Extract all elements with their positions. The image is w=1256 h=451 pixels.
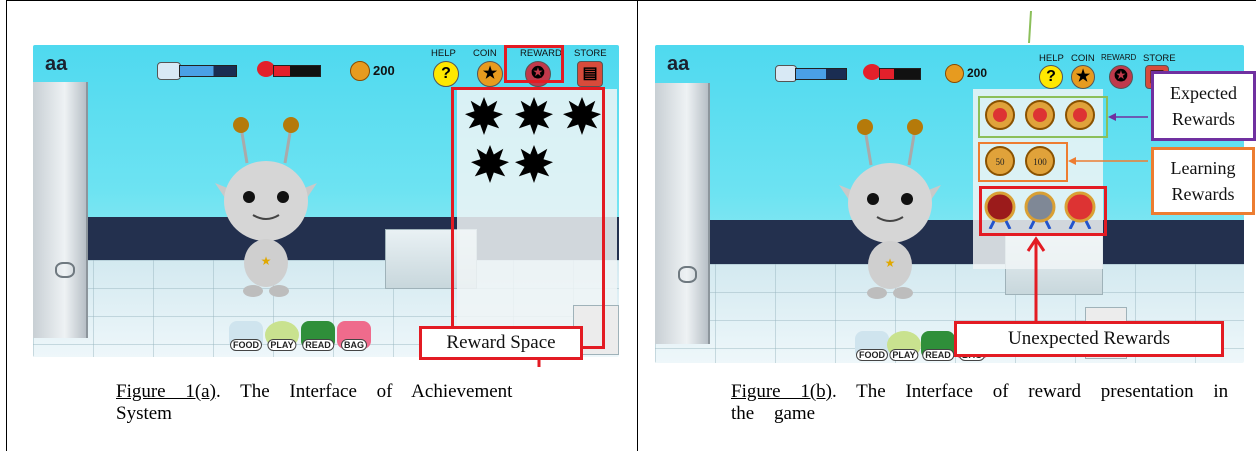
reward-space-highlight: [451, 87, 605, 349]
svg-text:★: ★: [261, 254, 272, 268]
coin-button[interactable]: ★: [477, 61, 503, 87]
question-mark-icon: ?: [441, 65, 451, 82]
store-icon: ▤: [582, 65, 598, 82]
figure-1b-caption: Figure 1(b). The Interface of reward pre…: [731, 381, 1241, 425]
expected-rewards-callout: Expected Rewards: [1151, 71, 1256, 141]
player-name: aa: [45, 53, 68, 75]
star-coin-icon: [350, 61, 370, 81]
water-bar: [179, 65, 237, 77]
play-button[interactable]: PLAY: [265, 321, 299, 351]
figure-1a-panel: aa 200 HELP COIN REWARD STORE ? ★ ✪ ▤ ★: [6, 0, 637, 451]
caption-label: Figure 1(a): [116, 381, 216, 402]
read-button[interactable]: READ: [301, 321, 335, 351]
star-coin-icon: ★: [482, 65, 498, 82]
figure-1b-panel: aa 200 HELP COIN REWARD STORE ? ★ ✪ ▤ ★: [637, 0, 1256, 451]
alien-pet[interactable]: ★: [201, 113, 331, 301]
reward-button-highlight: [504, 45, 564, 83]
bag-button[interactable]: BAG: [337, 321, 371, 351]
store-label: STORE: [574, 48, 607, 59]
coin-label: COIN: [473, 48, 497, 59]
water-meter-icon: [157, 62, 181, 80]
store-button[interactable]: ▤: [577, 61, 603, 87]
food-button[interactable]: FOOD: [229, 321, 263, 351]
green-arrow: [1028, 10, 1032, 44]
unexpected-rewards-callout: Unexpected Rewards: [954, 321, 1224, 357]
help-label: HELP: [431, 48, 456, 59]
learning-rewards-callout: Learning Rewards: [1151, 147, 1255, 215]
figure-1a-caption: Figure 1(a). The Interface of Achievemen…: [116, 381, 546, 425]
fridge: [33, 82, 88, 339]
health-bar: [273, 65, 321, 77]
reward-space-callout: Reward Space: [419, 326, 583, 360]
help-button[interactable]: ?: [433, 61, 459, 87]
coin-count: 200: [373, 63, 395, 78]
caption-label: Figure 1(b): [731, 381, 833, 402]
